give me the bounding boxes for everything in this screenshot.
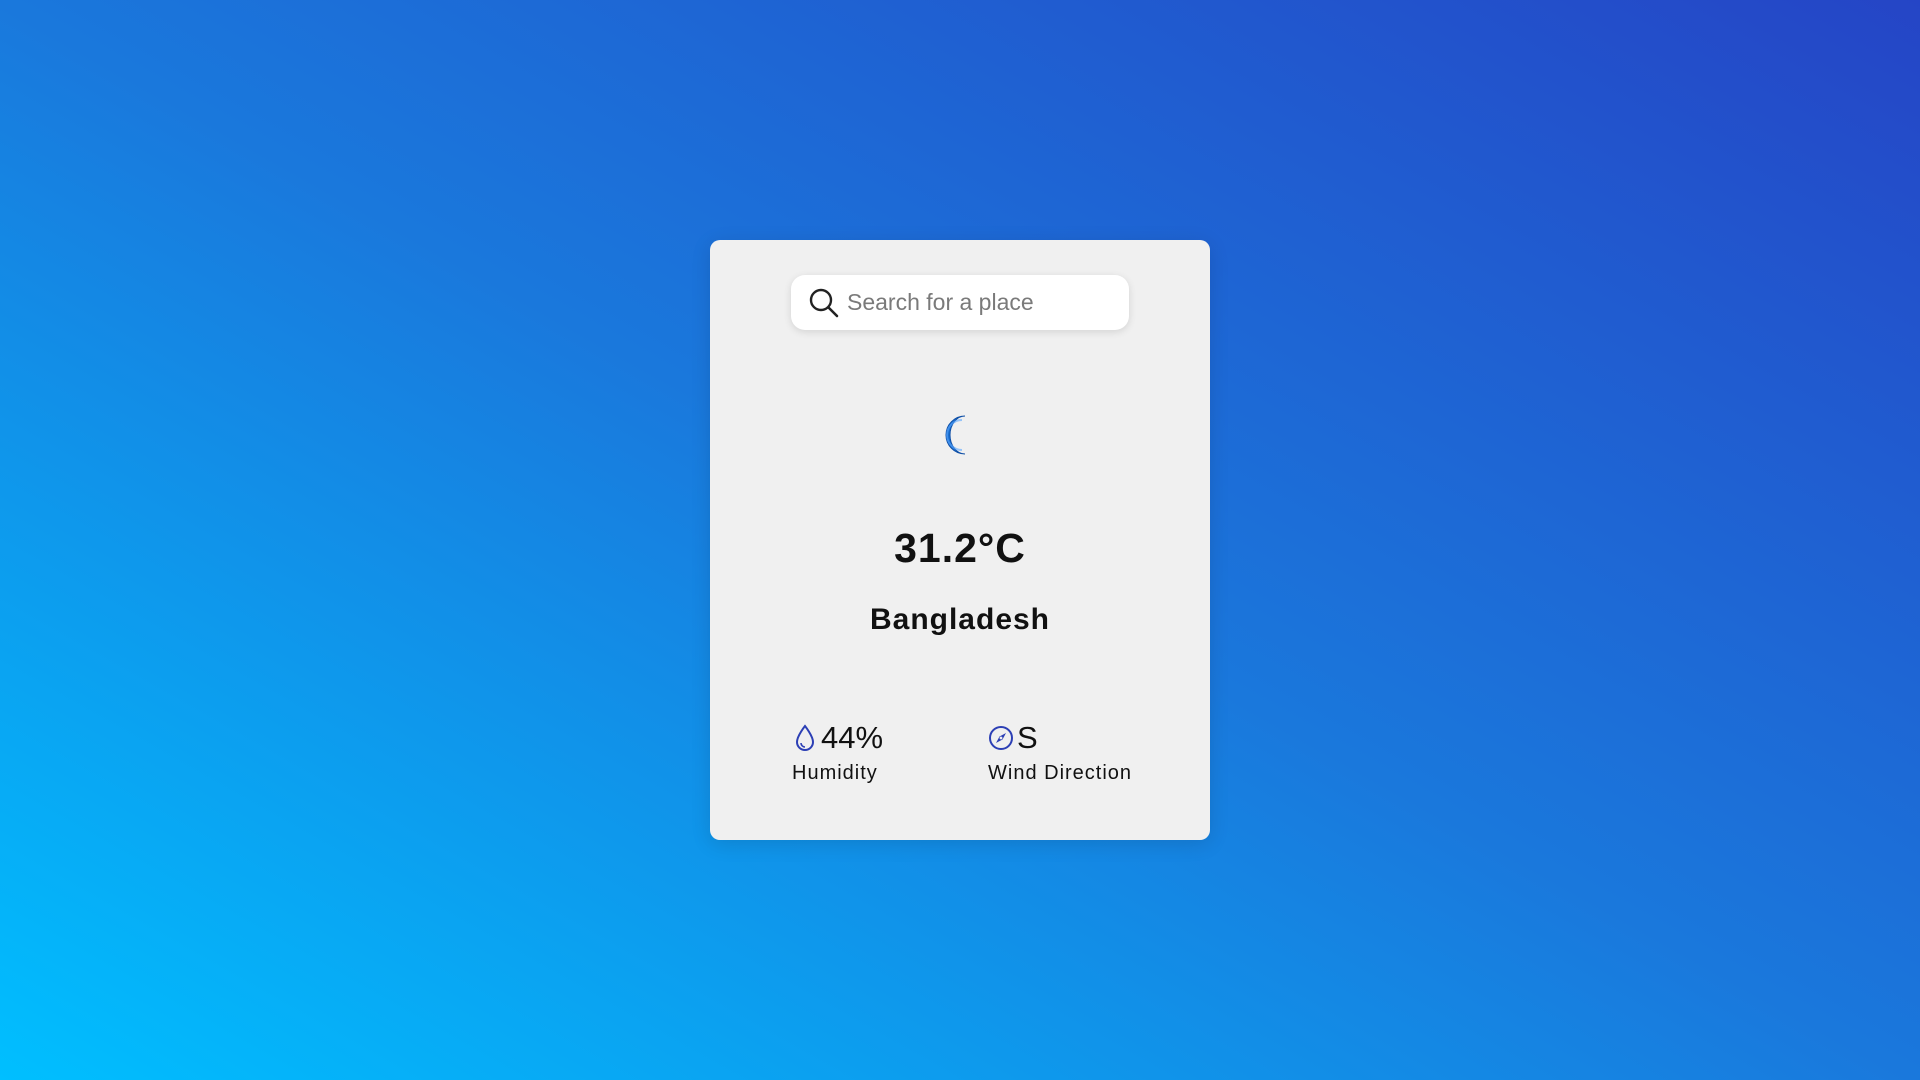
- water-drop-icon: [792, 723, 818, 753]
- wind-direction-label: Wind Direction: [988, 762, 1133, 784]
- location-name: Bangladesh: [869, 603, 1051, 636]
- temperature: 31.2°C: [894, 525, 1026, 571]
- weather-card: 31.2°C Bangladesh 44% Humidity S: [710, 240, 1210, 840]
- compass-icon: [988, 723, 1014, 753]
- humidity-label: Humidity: [792, 762, 878, 784]
- wind-direction-value: S: [1017, 720, 1038, 755]
- humidity-value: 44%: [821, 720, 884, 755]
- search-box[interactable]: [791, 275, 1129, 330]
- search-icon[interactable]: [808, 287, 840, 319]
- search-input[interactable]: [847, 282, 1107, 323]
- humidity-stat: 44% Humidity: [792, 718, 883, 785]
- wind-direction-stat: S Wind Direction: [988, 718, 1132, 785]
- moon-icon: [935, 410, 985, 460]
